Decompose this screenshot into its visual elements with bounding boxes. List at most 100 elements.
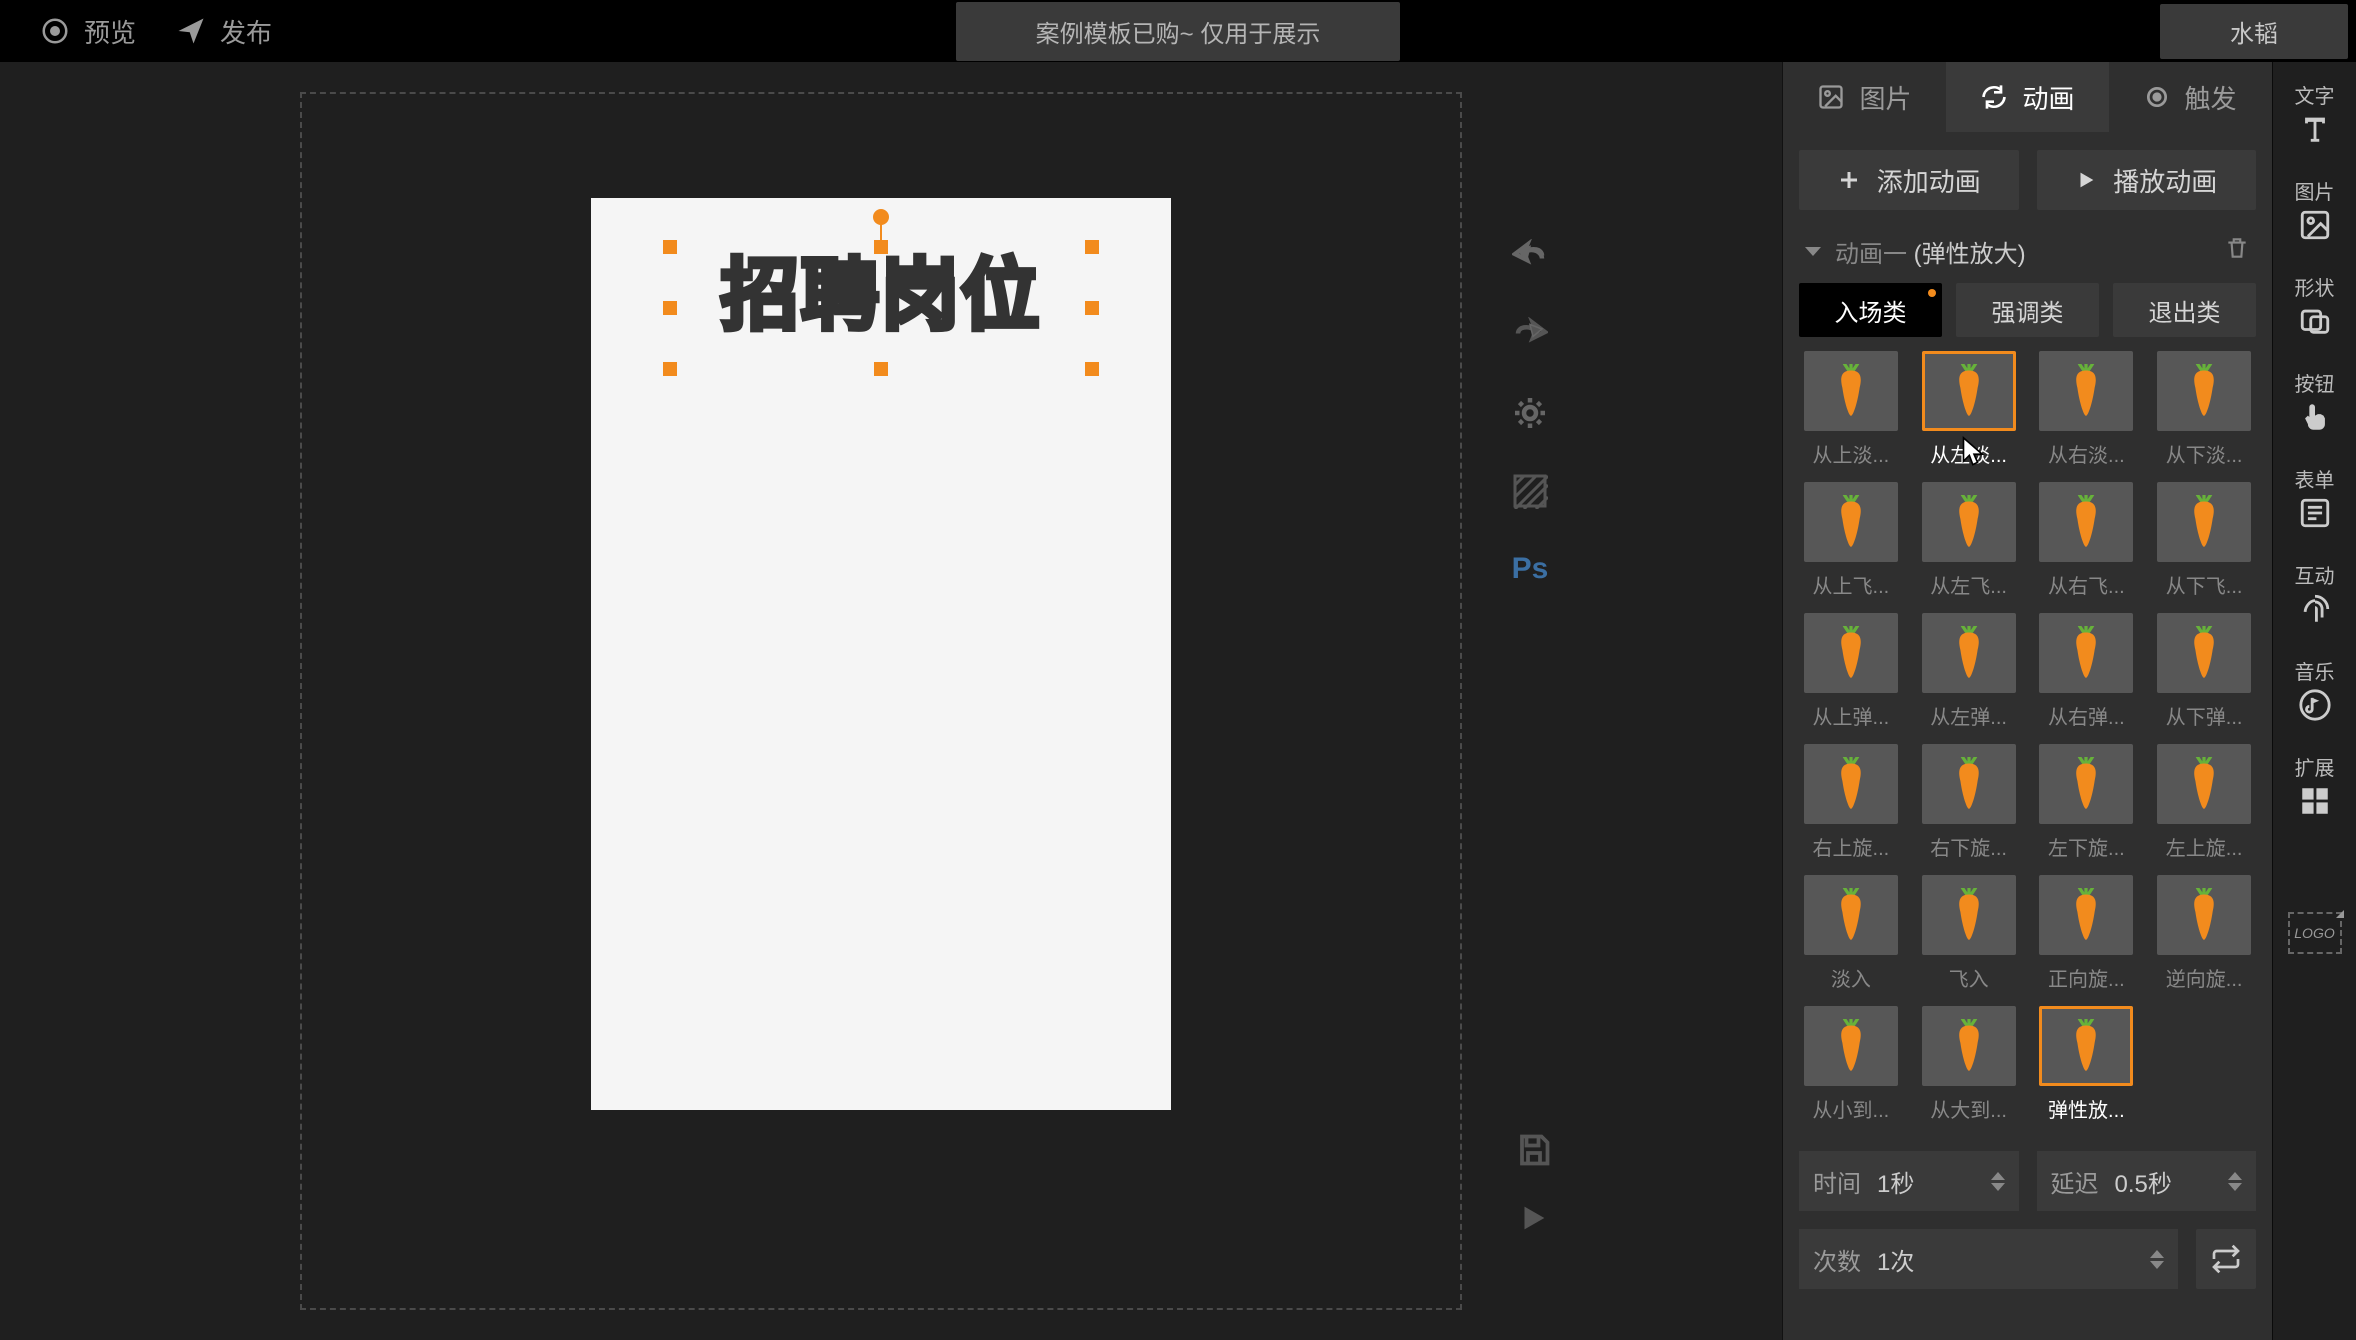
- resize-handle[interactable]: [1085, 301, 1099, 315]
- seg-exit[interactable]: 退出类: [2113, 283, 2256, 337]
- animation-cell[interactable]: 从大到...: [1917, 1006, 2021, 1123]
- animation-cell[interactable]: 右上旋...: [1799, 744, 1903, 861]
- animation-thumb: [1922, 744, 2016, 824]
- stage[interactable]: 招聘岗位: [0, 62, 1782, 1340]
- animation-thumb: [1804, 1006, 1898, 1086]
- animation-cell-label: 从右淡...: [2048, 439, 2125, 468]
- count-stepper[interactable]: [2150, 1250, 2164, 1269]
- animation-cell[interactable]: 从下飞...: [2152, 482, 2256, 599]
- animation-cell[interactable]: 淡入: [1799, 875, 1903, 992]
- tool-button[interactable]: 按钮: [2273, 368, 2356, 440]
- tab-image[interactable]: 图片: [1783, 62, 1946, 132]
- tab-trigger[interactable]: 触发: [2109, 62, 2272, 132]
- animation-cell[interactable]: 从上飞...: [1799, 482, 1903, 599]
- rotate-handle[interactable]: [873, 209, 889, 225]
- animation-cell[interactable]: 从左弹...: [1917, 613, 2021, 730]
- animation-cell[interactable]: 从右淡...: [2035, 351, 2139, 468]
- preview-play-button[interactable]: [1516, 1201, 1552, 1240]
- animation-thumb: [1922, 1006, 2016, 1086]
- animation-cell[interactable]: 逆向旋...: [2152, 875, 2256, 992]
- animation-thumb: [2157, 613, 2251, 693]
- tool-form[interactable]: 表单: [2273, 464, 2356, 536]
- undo-button[interactable]: [1508, 235, 1552, 279]
- form-icon: [2298, 496, 2332, 530]
- tab-animation[interactable]: 动画: [1946, 62, 2109, 132]
- animation-thumb: [1804, 875, 1898, 955]
- tab-image-label: 图片: [1859, 79, 1911, 116]
- animation-cell-label: 左上旋...: [2166, 832, 2243, 861]
- settings-button[interactable]: [1508, 391, 1552, 435]
- selected-title-object[interactable]: 招聘岗位: [676, 253, 1086, 363]
- texture-icon: [1512, 473, 1548, 509]
- tool-logo[interactable]: LOGO: [2273, 906, 2356, 960]
- tool-extend-label: 扩展: [2295, 758, 2335, 780]
- resize-handle[interactable]: [663, 301, 677, 315]
- animation-cell-label: 逆向旋...: [2166, 963, 2243, 992]
- animation-cell-label: 从小到...: [1813, 1094, 1890, 1123]
- resize-handle[interactable]: [663, 240, 677, 254]
- animation-cell-label: 正向旋...: [2048, 963, 2125, 992]
- plus-icon: [1837, 168, 1861, 192]
- delay-stepper[interactable]: [2228, 1172, 2242, 1191]
- hatch-button[interactable]: [1508, 469, 1552, 513]
- tool-image[interactable]: 图片: [2273, 176, 2356, 248]
- animation-cell[interactable]: 从小到...: [1799, 1006, 1903, 1123]
- preview-button[interactable]: 预览: [40, 13, 136, 50]
- canvas[interactable]: 招聘岗位: [591, 198, 1171, 1110]
- photoshop-button[interactable]: Ps: [1508, 547, 1552, 591]
- animation-cell-label: 从左弹...: [1930, 701, 2007, 730]
- tool-form-label: 表单: [2295, 470, 2335, 492]
- time-control[interactable]: 时间 1秒: [1799, 1151, 2019, 1211]
- animation-cell[interactable]: 弹性放...: [2035, 1006, 2139, 1123]
- save-button[interactable]: [1516, 1132, 1552, 1173]
- resize-handle[interactable]: [663, 362, 677, 376]
- logo-label: LOGO: [2294, 925, 2334, 941]
- animation-cell[interactable]: 左上旋...: [2152, 744, 2256, 861]
- tool-image-label: 图片: [2295, 182, 2335, 204]
- animation-item-header[interactable]: 动画一 (弹性放大): [1799, 210, 2256, 283]
- tool-text[interactable]: 文字: [2273, 80, 2356, 152]
- animation-cell[interactable]: 从下淡...: [2152, 351, 2256, 468]
- user-menu[interactable]: 水韬: [2160, 4, 2348, 59]
- animation-cell-label: 左下旋...: [2048, 832, 2125, 861]
- animation-cell[interactable]: 从上弹...: [1799, 613, 1903, 730]
- animation-cell[interactable]: 从左淡...: [1917, 351, 2021, 468]
- play-animation-button[interactable]: 播放动画: [2037, 150, 2257, 210]
- resize-handle[interactable]: [874, 362, 888, 376]
- tool-interact[interactable]: 互动: [2273, 560, 2356, 632]
- tool-interact-label: 互动: [2295, 566, 2335, 588]
- animation-cell[interactable]: 左下旋...: [2035, 744, 2139, 861]
- animation-cell[interactable]: 飞入: [1917, 875, 2021, 992]
- music-icon: [2298, 688, 2332, 722]
- loop-icon: [1980, 83, 2008, 111]
- delete-animation-button[interactable]: [2224, 235, 2250, 268]
- seg-entrance[interactable]: 入场类: [1799, 283, 1942, 337]
- tool-extend[interactable]: 扩展: [2273, 752, 2356, 824]
- chevron-down-icon: [1803, 244, 1823, 260]
- animation-cell[interactable]: 从右飞...: [2035, 482, 2139, 599]
- animation-cell[interactable]: 正向旋...: [2035, 875, 2139, 992]
- seg-emphasis-label: 强调类: [1992, 293, 2064, 328]
- animation-thumb: [2157, 351, 2251, 431]
- delay-control[interactable]: 延迟 0.5秒: [2037, 1151, 2257, 1211]
- publish-button[interactable]: 发布: [176, 13, 272, 50]
- count-control[interactable]: 次数 1次: [1799, 1229, 2178, 1289]
- redo-button[interactable]: [1508, 313, 1552, 357]
- animation-cell[interactable]: 从下弹...: [2152, 613, 2256, 730]
- time-stepper[interactable]: [1991, 1172, 2005, 1191]
- add-animation-button[interactable]: 添加动画: [1799, 150, 2019, 210]
- tool-music[interactable]: 音乐: [2273, 656, 2356, 728]
- preview-label: 预览: [84, 13, 136, 50]
- resize-handle[interactable]: [1085, 362, 1099, 376]
- seg-emphasis[interactable]: 强调类: [1956, 283, 2099, 337]
- animation-cell[interactable]: 从左飞...: [1917, 482, 2021, 599]
- animation-cell[interactable]: 从上淡...: [1799, 351, 1903, 468]
- tool-shape[interactable]: 形状: [2273, 272, 2356, 344]
- play-animation-label: 播放动画: [2113, 162, 2217, 199]
- loop-toggle[interactable]: [2196, 1229, 2256, 1289]
- text-icon: [2298, 112, 2332, 146]
- resize-handle[interactable]: [1085, 240, 1099, 254]
- animation-cell[interactable]: 右下旋...: [1917, 744, 2021, 861]
- animation-thumb: [1804, 613, 1898, 693]
- animation-cell[interactable]: 从右弹...: [2035, 613, 2139, 730]
